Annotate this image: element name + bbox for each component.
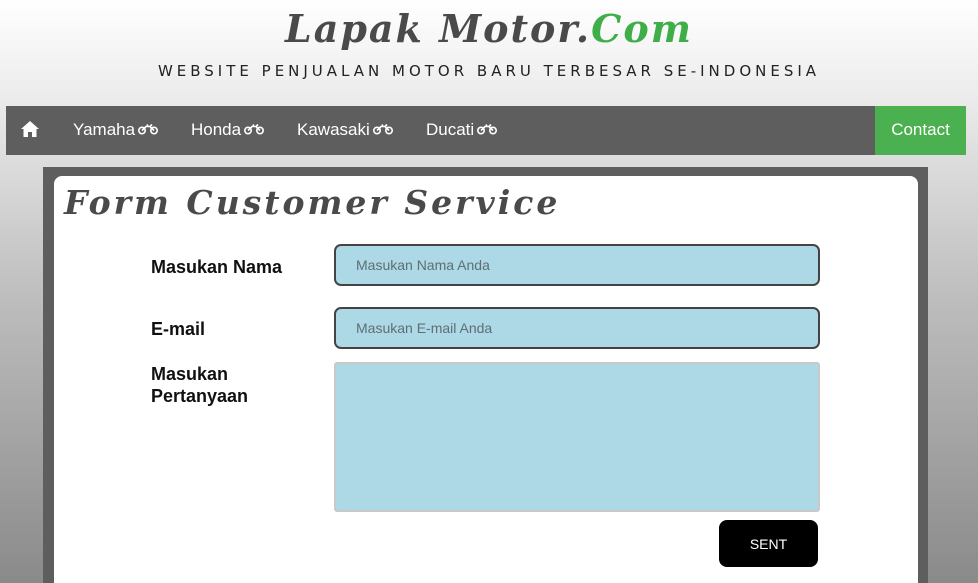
question-textarea[interactable] bbox=[334, 362, 820, 512]
motorcycle-icon bbox=[138, 123, 159, 135]
nav-contact-button[interactable]: Contact bbox=[875, 106, 966, 155]
name-input[interactable] bbox=[334, 244, 820, 286]
nav-item-ducati[interactable]: Ducati bbox=[426, 106, 498, 155]
nav-home[interactable] bbox=[20, 106, 44, 155]
email-label: E-mail bbox=[151, 319, 206, 339]
home-icon bbox=[21, 121, 39, 137]
nav-item-label: Honda bbox=[191, 120, 242, 139]
main-navbar: Yamaha Honda Kawasaki Ducati Contact bbox=[6, 106, 966, 155]
motorcycle-icon bbox=[372, 123, 393, 135]
name-label: Masukan Nama bbox=[151, 257, 283, 277]
nav-item-label: Yamaha bbox=[73, 120, 136, 139]
form-title: Form Customer Service bbox=[64, 183, 561, 222]
nav-item-kawasaki[interactable]: Kawasaki bbox=[297, 106, 393, 155]
email-input[interactable] bbox=[334, 307, 820, 349]
site-brand: Lapak Motor.Com bbox=[0, 6, 978, 51]
site-tagline: WEBSITE PENJUALAN MOTOR BARU TERBESAR SE… bbox=[157, 62, 821, 80]
motorcycle-icon bbox=[477, 123, 498, 135]
nav-item-label: Kawasaki bbox=[297, 120, 370, 139]
nav-item-label: Ducati bbox=[426, 120, 475, 139]
nav-item-honda[interactable]: Honda bbox=[191, 106, 265, 155]
brand-accent: Com bbox=[591, 6, 693, 51]
nav-item-yamaha[interactable]: Yamaha bbox=[73, 106, 159, 155]
question-label: Masukan Pertanyaan bbox=[151, 364, 249, 406]
brand-main: Lapak Motor. bbox=[285, 6, 592, 51]
motorcycle-icon bbox=[244, 123, 265, 135]
sent-button[interactable]: SENT bbox=[719, 520, 818, 567]
